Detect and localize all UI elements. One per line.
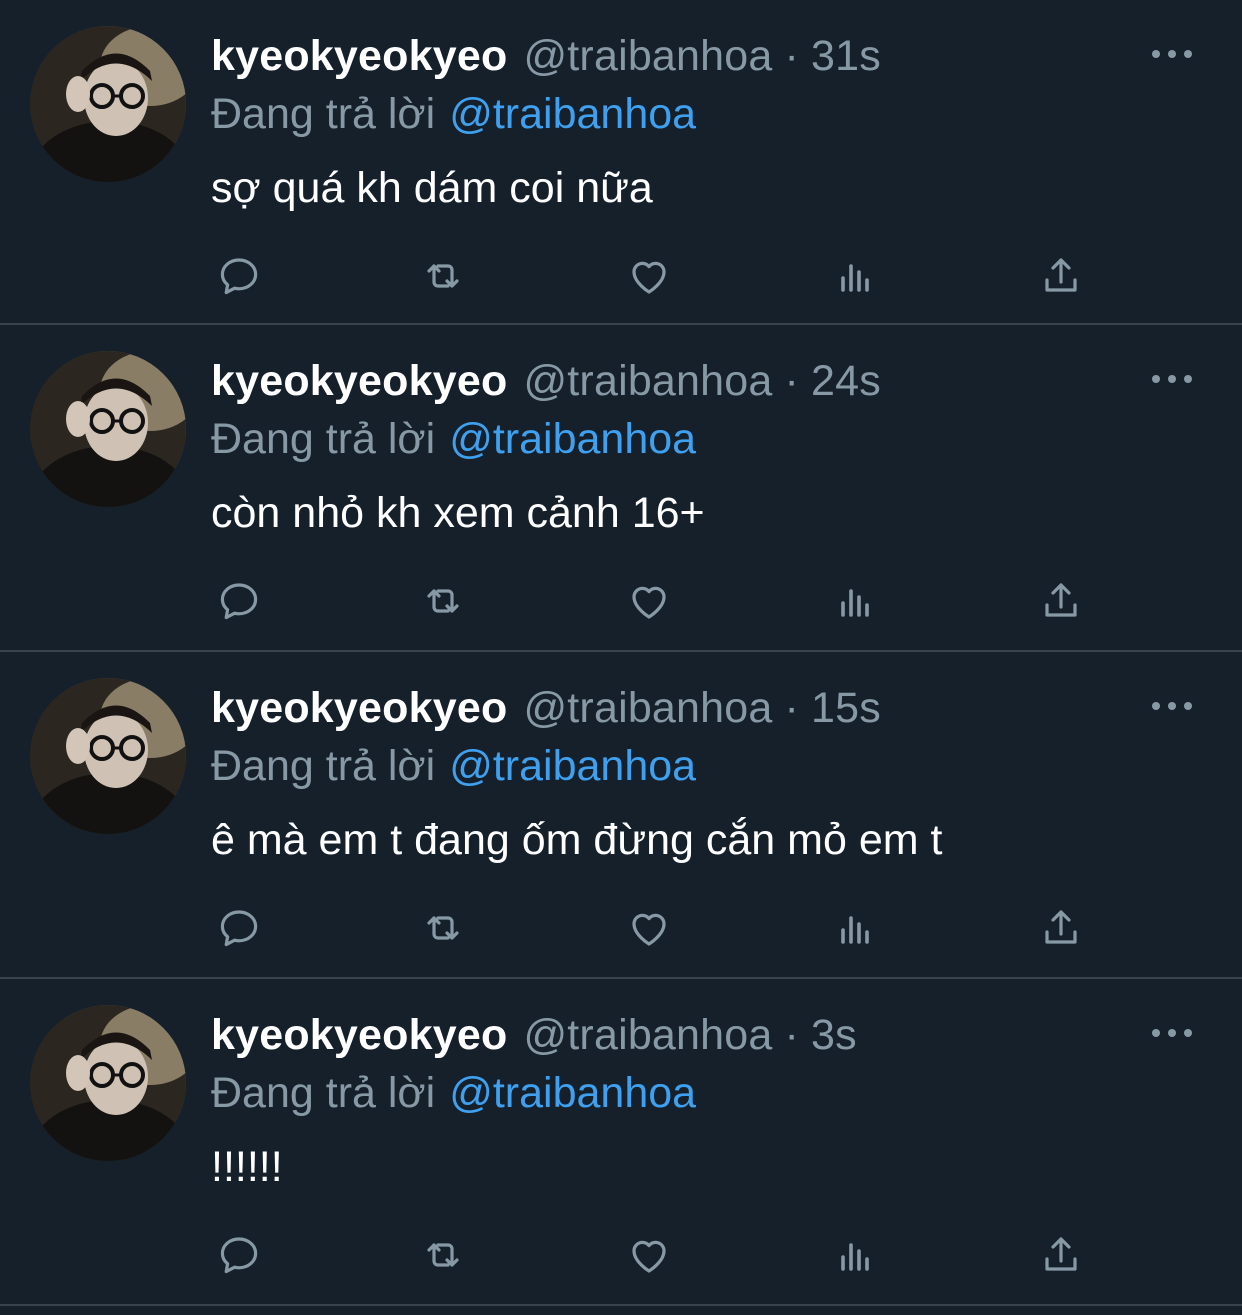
reply-button[interactable] [213,902,265,954]
avatar[interactable] [30,351,186,507]
tweet[interactable]: kyeokyeokyeo @traibanhoa · 15s Đang trả … [0,652,1242,979]
analytics-icon [841,589,869,617]
share-icon [1045,910,1077,944]
tweet-feed: kyeokyeokyeo @traibanhoa · 31s Đang trả … [0,0,1242,1315]
tweet[interactable]: kyeokyeokyeo @traibanhoa · 3s Đang trả l… [0,979,1242,1306]
share-button[interactable] [1035,1229,1087,1281]
retweet-icon [427,1243,459,1267]
reply-label: Đang trả lời [211,414,436,463]
timestamp[interactable]: 3s [811,1011,857,1060]
retweet-icon [427,264,459,288]
like-button[interactable] [623,1229,675,1281]
reply-button[interactable] [213,575,265,627]
retweet-icon [427,916,459,940]
reply-icon [220,583,258,620]
display-name[interactable]: kyeokyeokyeo [211,357,507,406]
replying-to: Đang trả lời @traibanhoa [211,738,696,794]
analytics-icon [841,1243,869,1271]
share-button[interactable] [1035,575,1087,627]
replying-to: Đang trả lời @traibanhoa [211,411,696,467]
retweet-icon [427,589,459,613]
tweet-header: kyeokyeokyeo @traibanhoa · 24s [211,353,881,409]
reply-icon [220,258,258,295]
timestamp[interactable]: 24s [811,357,881,406]
reply-mention-link[interactable]: @traibanhoa [449,1069,696,1118]
replying-to: Đang trả lời @traibanhoa [211,1065,696,1121]
reply-button[interactable] [213,250,265,302]
replying-to: Đang trả lời @traibanhoa [211,86,696,142]
reply-button[interactable] [213,1229,265,1281]
separator: · [784,683,800,732]
user-handle[interactable]: @traibanhoa [523,1011,772,1060]
display-name[interactable]: kyeokyeokyeo [211,32,507,81]
tweet-actions [211,902,1091,954]
tweet-actions [211,1229,1091,1281]
tweet-header: kyeokyeokyeo @traibanhoa · 3s [211,1007,857,1063]
tweet-actions [211,575,1091,627]
timestamp[interactable]: 15s [811,684,881,733]
like-button[interactable] [623,575,675,627]
reply-label: Đang trả lời [211,741,436,790]
like-button[interactable] [623,250,675,302]
reply-icon [220,1237,258,1274]
like-icon [632,586,666,619]
tweet[interactable]: kyeokyeokyeo @traibanhoa · 24s Đang trả … [0,325,1242,652]
retweet-button[interactable] [417,902,469,954]
share-icon [1045,583,1077,617]
analytics-button[interactable] [829,250,881,302]
more-icon[interactable] [1152,42,1192,66]
like-icon [632,261,666,294]
reply-icon [220,910,258,947]
reply-label: Đang trả lời [211,1068,436,1117]
tweet-actions [211,250,1091,302]
retweet-button[interactable] [417,575,469,627]
user-handle[interactable]: @traibanhoa [523,357,772,406]
reply-mention-link[interactable]: @traibanhoa [449,415,696,464]
analytics-button[interactable] [829,575,881,627]
timestamp[interactable]: 31s [811,32,881,81]
like-icon [632,1240,666,1273]
share-button[interactable] [1035,902,1087,954]
share-button[interactable] [1035,250,1087,302]
reply-label: Đang trả lời [211,89,436,138]
user-handle[interactable]: @traibanhoa [523,32,772,81]
tweet-text: còn nhỏ kh xem cảnh 16+ [211,488,705,537]
analytics-button[interactable] [829,1229,881,1281]
display-name[interactable]: kyeokyeokyeo [211,684,507,733]
more-icon[interactable] [1152,694,1192,718]
tweet-text: sợ quá kh dám coi nữa [211,163,653,212]
tweet-header: kyeokyeokyeo @traibanhoa · 31s [211,28,881,84]
retweet-button[interactable] [417,1229,469,1281]
tweet-text: !!!!!! [211,1142,283,1191]
tweet[interactable]: kyeokyeokyeo @traibanhoa · 31s Đang trả … [0,0,1242,325]
retweet-button[interactable] [417,250,469,302]
user-handle[interactable]: @traibanhoa [523,684,772,733]
analytics-icon [841,916,869,944]
avatar[interactable] [30,26,186,182]
analytics-icon [841,264,869,292]
display-name[interactable]: kyeokyeokyeo [211,1011,507,1060]
share-icon [1045,1237,1077,1271]
more-icon[interactable] [1152,367,1192,391]
reply-mention-link[interactable]: @traibanhoa [449,90,696,139]
tweet-text: ê mà em t đang ốm đừng cắn mỏ em t [211,815,943,864]
separator: · [784,31,800,80]
tweet-header: kyeokyeokyeo @traibanhoa · 15s [211,680,881,736]
share-icon [1045,258,1077,292]
reply-mention-link[interactable]: @traibanhoa [449,742,696,791]
avatar[interactable] [30,1005,186,1161]
like-icon [632,913,666,946]
like-button[interactable] [623,902,675,954]
separator: · [784,356,800,405]
avatar[interactable] [30,678,186,834]
analytics-button[interactable] [829,902,881,954]
separator: · [784,1010,800,1059]
more-icon[interactable] [1152,1021,1192,1045]
